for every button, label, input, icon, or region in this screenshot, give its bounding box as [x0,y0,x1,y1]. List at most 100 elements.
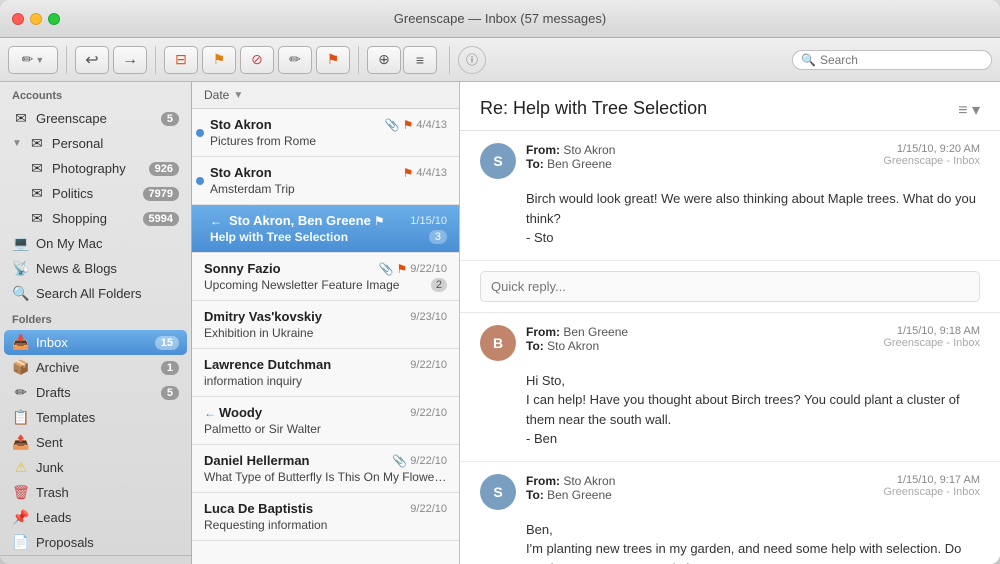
sidebar-item-greenscape[interactable]: ✉ Greenscape 5 [0,106,191,131]
mail-item-icons: 📎 ⚑ 4/4/13 [385,118,447,132]
compose-split-button[interactable]: ✏ ▼ [8,46,58,74]
to-label: To: [526,488,544,502]
attachment-icon: 📎 [392,454,407,468]
sort-label: Date [204,88,229,102]
mail-item-top: Lawrence Dutchman 9/22/10 [204,357,447,372]
traffic-lights [12,13,60,25]
minimize-button[interactable] [30,13,42,25]
sidebar-item-shopping[interactable]: ✉ Shopping 5994 [0,206,191,231]
mail-sender: Sonny Fazio [204,261,281,276]
mail-item[interactable]: Sonny Fazio 📎 ⚑ 9/22/10 Upcoming Newslet… [192,253,459,301]
from-label: From: [526,143,560,157]
to-label: To: [526,339,544,353]
mail-item[interactable]: Daniel Hellerman 📎 9/22/10 What Type of … [192,445,459,493]
titlebar: Greenscape — Inbox (57 messages) [0,0,1000,38]
sidebar-item-inbox[interactable]: 📥 Inbox 15 [4,330,187,355]
email-to: To: Sto Akron [526,339,883,353]
edit-button[interactable]: ✏ [278,46,312,74]
compose-icon: ✏ [22,51,34,68]
search-input[interactable] [820,53,983,67]
flag-button[interactable]: ⚑ [316,46,350,74]
sort-chevron[interactable]: ▼ [233,90,243,101]
sidebar-item-proposals[interactable]: 📄 Proposals [0,530,191,555]
mail-date: 1/15/10 [410,215,447,227]
mail-actions-menu-icon[interactable]: ≡ ▾ [958,100,980,120]
app-window: Greenscape — Inbox (57 messages) ✏ ▼ ↩ →… [0,0,1000,564]
mail-view-header: Re: Help with Tree Selection ≡ ▾ [460,82,1000,131]
sidebar-item-personal[interactable]: ▼ ✉ Personal [0,131,191,156]
photography-icon: ✉ [28,160,46,177]
email-from: From: Ben Greene [526,325,883,339]
mail-item-top: ← Sto Akron, Ben Greene ⚑ 1/15/10 [210,213,447,228]
quick-reply-input[interactable] [480,271,980,302]
sidebar-item-sent[interactable]: 📤 Sent [0,430,191,455]
search-all-label: Search All Folders [36,286,179,301]
maximize-button[interactable] [48,13,60,25]
personal-icon: ✉ [28,135,46,152]
mail-date: 4/4/13 [416,119,447,131]
mail-item[interactable]: ← Sto Akron, Ben Greene ⚑ 1/15/10 Help w… [192,205,459,253]
junk-icon: ⚠ [12,459,30,476]
mail-subject: Exhibition in Ukraine [204,326,447,340]
sidebar-item-leads[interactable]: 📌 Leads [0,505,191,530]
sidebar-item-archive[interactable]: 📦 Archive 1 [0,355,191,380]
archive-label: Archive [36,360,155,375]
politics-icon: ✉ [28,185,46,202]
leads-icon: 📌 [12,509,30,526]
sidebar-item-on-my-mac[interactable]: 💻 On My Mac [0,231,191,256]
forward-button[interactable]: → [113,46,147,74]
email-thread-item: S From: Sto Akron To: Ben Greene [460,131,1000,261]
mail-sender: Lawrence Dutchman [204,357,331,372]
mail-sender: Sto Akron [210,165,272,180]
email-to: To: Ben Greene [526,488,883,502]
mail-item[interactable]: Sto Akron 📎 ⚑ 4/4/13 Pictures from Rome [192,109,459,157]
reply-button[interactable]: ↩ [75,46,109,74]
thread-count-badge: 2 [431,278,447,292]
to-label: To: [526,157,544,171]
close-button[interactable] [12,13,24,25]
mail-item[interactable]: Dmitry Vas'kovskiy 9/23/10 Exhibition in… [192,301,459,349]
mail-item[interactable]: Sto Akron ⚑ 4/4/13 Amsterdam Trip [192,157,459,205]
mail-date: 9/23/10 [410,311,447,323]
trash-label: Trash [36,485,179,500]
attachment-icon: 📎 [379,262,394,276]
flag-important-button[interactable]: ⚑ [202,46,236,74]
mail-view-subject: Re: Help with Tree Selection [480,98,707,119]
archive-button[interactable]: ⊟ [164,46,198,74]
filter-button-2[interactable]: ≡ [403,46,437,74]
sidebar-item-trash[interactable]: 🗑 Trash [0,480,191,505]
flag-important-icon: ⚑ [213,51,226,68]
sidebar-item-photography[interactable]: ✉ Photography 926 [0,156,191,181]
email-thread-item: B From: Ben Greene To: Sto Akron [460,313,1000,462]
email-timestamp: 1/15/10, 9:20 AM [883,143,980,155]
mail-view-actions: ≡ ▾ [958,98,980,120]
toolbar-separator-4 [449,46,450,74]
mail-item[interactable]: Lawrence Dutchman 9/22/10 information in… [192,349,459,397]
email-date: 1/15/10, 9:17 AM Greenscape - Inbox [883,474,980,498]
delete-icon: ⊘ [251,51,263,68]
mail-item-top: Dmitry Vas'kovskiy 9/23/10 [204,309,447,324]
mail-item-top: Sto Akron 📎 ⚑ 4/4/13 [210,117,447,132]
greenscape-label: Greenscape [36,111,155,126]
sidebar-item-search-all[interactable]: 🔍 Search All Folders [0,281,191,306]
search-box[interactable]: 🔍 [792,50,992,70]
mail-item-top: Sonny Fazio 📎 ⚑ 9/22/10 [204,261,447,276]
sidebar-item-news-blogs[interactable]: 📡 News & Blogs [0,256,191,281]
delete-button[interactable]: ⊘ [240,46,274,74]
flag-icon: ⚑ [403,118,414,132]
sidebar-item-drafts[interactable]: ✏ Drafts 5 [0,380,191,405]
sidebar-item-junk[interactable]: ⚠ Junk [0,455,191,480]
sidebar-item-templates[interactable]: 📋 Templates [0,405,191,430]
sidebar-item-politics[interactable]: ✉ Politics 7979 [0,181,191,206]
email-meta: B From: Ben Greene To: Sto Akron [480,325,980,361]
inbox-icon: 📥 [12,334,30,351]
thread-count-badge: 3 [429,230,447,244]
mail-item[interactable]: Luca De Baptistis 9/22/10 Requesting inf… [192,493,459,541]
sidebar: Accounts ✉ Greenscape 5 ▼ ✉ Personal ✉ P… [0,82,192,564]
mail-item[interactable]: ← Woody 9/22/10 Palmetto or Sir Walter [192,397,459,445]
drafts-icon: ✏ [12,384,30,401]
filter-button-1[interactable]: ⊕ [367,46,401,74]
email-from-to: From: Ben Greene To: Sto Akron [526,325,883,353]
info-button[interactable]: ⓘ [458,46,486,74]
mail-date: 9/22/10 [410,359,447,371]
